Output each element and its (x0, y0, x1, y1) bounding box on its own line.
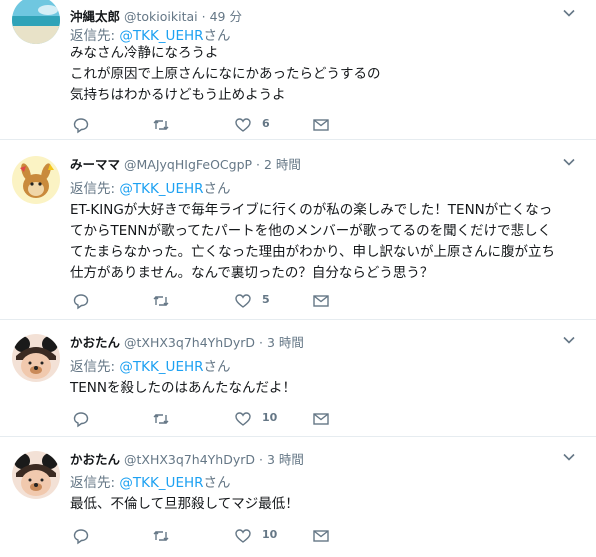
reply-prefix: 返信先: (70, 359, 116, 375)
tweet-actions: 6 (72, 116, 372, 134)
tweet[interactable]: みーママ @MAJyqHIgFeOCgpP · 2 時間 返信先: @TKK_U… (0, 140, 596, 320)
reply-suffix: さん (203, 359, 231, 375)
like-count: 5 (262, 293, 270, 306)
tweet-actions: 10 (72, 527, 372, 545)
like-button[interactable] (234, 527, 252, 545)
like-icon (235, 118, 251, 132)
tweet-text-line: 仕方がありません。なんで裏切ったの？自分ならどう思う？ (70, 265, 434, 281)
retweet-button[interactable] (152, 527, 170, 545)
reply-icon (73, 412, 89, 428)
reply-context: 返信先: @TKK_UEHRさん (70, 355, 231, 375)
tweet-text-line: てからTENNが歌ってたパートを他のメンバーが歌ってるのを聞くだけで悲しく (70, 223, 552, 239)
retweet-icon (153, 414, 169, 424)
reply-mention-link[interactable]: @TKK_UEHR (119, 181, 203, 197)
reply-context: 返信先: @TKK_UEHRさん (70, 471, 231, 491)
timestamp[interactable]: 3 時間 (267, 452, 304, 467)
avatar[interactable] (12, 451, 60, 499)
reply-icon (73, 118, 89, 134)
avatar[interactable] (12, 0, 60, 44)
like-icon (235, 294, 251, 308)
tweet-text-line: これが原因で上原さんになにかあったらどうするの (70, 66, 381, 82)
reply-suffix: さん (203, 475, 231, 491)
tweet-text-line: TENNを殺したのはあんたなんだよ！ (70, 380, 296, 396)
message-icon (313, 119, 329, 131)
message-icon (313, 413, 329, 425)
user-handle[interactable]: @tXHX3q7h4YhDyrD (124, 335, 255, 350)
like-icon (235, 529, 251, 543)
message-icon (313, 530, 329, 542)
tweet-text-line: 気持ちはわかるけどもう止めようよ (70, 87, 286, 103)
display-name[interactable]: かおたん (70, 335, 120, 350)
timestamp[interactable]: 3 時間 (267, 335, 304, 350)
reply-button[interactable] (72, 410, 90, 428)
retweet-button[interactable] (152, 292, 170, 310)
like-count: 6 (262, 117, 270, 130)
tweet-actions: 10 (72, 410, 372, 428)
retweet-icon (153, 531, 169, 541)
reply-feed: 沖縄太郎 @tokioikitai · 49 分 返信先: @TKK_UEHRさ… (0, 0, 596, 557)
tweet-text-line: てたまらなかった。亡くなった理由がわかり、申し訳ないが上原さんに腹が立ち (70, 244, 556, 260)
tweet-text: TENNを殺したのはあんたなんだよ！ (70, 378, 578, 399)
display-name[interactable]: みーママ (70, 157, 120, 172)
user-handle[interactable]: @tokioikitai (124, 9, 198, 24)
reply-prefix: 返信先: (70, 181, 116, 197)
reply-icon (73, 529, 89, 545)
reply-button[interactable] (72, 116, 90, 134)
tweet-text: 最低、不倫して旦那殺してマジ最低！ (70, 494, 578, 515)
direct-message-button[interactable] (312, 410, 330, 428)
reply-suffix: さん (203, 28, 231, 44)
chevron-down-icon[interactable] (562, 155, 576, 169)
user-handle[interactable]: @tXHX3q7h4YhDyrD (124, 452, 255, 467)
direct-message-button[interactable] (312, 527, 330, 545)
reply-icon (73, 294, 89, 310)
tweet-text-line: ET-KINGが大好きで毎年ライブに行くのが私の楽しみでした！TENNが亡くなっ (70, 202, 553, 218)
reply-mention-link[interactable]: @TKK_UEHR (119, 359, 203, 375)
reply-suffix: さん (203, 181, 231, 197)
retweet-icon (153, 296, 169, 306)
like-button[interactable] (234, 292, 252, 310)
chevron-down-icon[interactable] (562, 333, 576, 347)
user-handle[interactable]: @MAJyqHIgFeOCgpP (124, 157, 252, 172)
chevron-down-icon[interactable] (562, 6, 576, 20)
reply-prefix: 返信先: (70, 475, 116, 491)
display-name[interactable]: かおたん (70, 452, 120, 467)
separator-dot: · (256, 157, 261, 172)
reply-button[interactable] (72, 292, 90, 310)
avatar[interactable] (12, 334, 60, 382)
tweet[interactable]: かおたん @tXHX3q7h4YhDyrD · 3 時間 返信先: @TKK_U… (0, 437, 596, 557)
reply-prefix: 返信先: (70, 28, 116, 44)
retweet-icon (153, 120, 169, 130)
separator-dot: · (201, 9, 206, 24)
tweet[interactable]: かおたん @tXHX3q7h4YhDyrD · 3 時間 返信先: @TKK_U… (0, 320, 596, 437)
like-count: 10 (262, 411, 278, 424)
retweet-button[interactable] (152, 116, 170, 134)
reply-button[interactable] (72, 527, 90, 545)
display-name[interactable]: 沖縄太郎 (70, 9, 120, 24)
direct-message-button[interactable] (312, 292, 330, 310)
avatar[interactable] (12, 156, 60, 204)
retweet-button[interactable] (152, 410, 170, 428)
tweet-text: ET-KINGが大好きで毎年ライブに行くのが私の楽しみでした！TENNが亡くなっ… (70, 200, 578, 284)
reply-mention-link[interactable]: @TKK_UEHR (119, 475, 203, 491)
reply-context: 返信先: @TKK_UEHRさん (70, 177, 231, 197)
like-count: 10 (262, 528, 278, 541)
tweet[interactable]: 沖縄太郎 @tokioikitai · 49 分 返信先: @TKK_UEHRさ… (0, 0, 596, 140)
like-button[interactable] (234, 410, 252, 428)
separator-dot: · (258, 335, 263, 350)
like-icon (235, 412, 251, 426)
like-button[interactable] (234, 116, 252, 134)
message-icon (313, 295, 329, 307)
chevron-down-icon[interactable] (562, 450, 576, 464)
tweet-text-line: 最低、不倫して旦那殺してマジ最低！ (70, 496, 299, 512)
timestamp[interactable]: 2 時間 (264, 157, 301, 172)
direct-message-button[interactable] (312, 116, 330, 134)
tweet-text: みなさん冷静になろうよ これが原因で上原さんになにかあったらどうするの 気持ちは… (70, 43, 578, 106)
tweet-actions: 5 (72, 292, 372, 310)
tweet-text-line: みなさん冷静になろうよ (70, 45, 219, 61)
reply-context: 返信先: @TKK_UEHRさん (70, 24, 231, 44)
separator-dot: · (258, 452, 263, 467)
reply-mention-link[interactable]: @TKK_UEHR (119, 28, 203, 44)
timestamp[interactable]: 49 分 (210, 9, 242, 24)
